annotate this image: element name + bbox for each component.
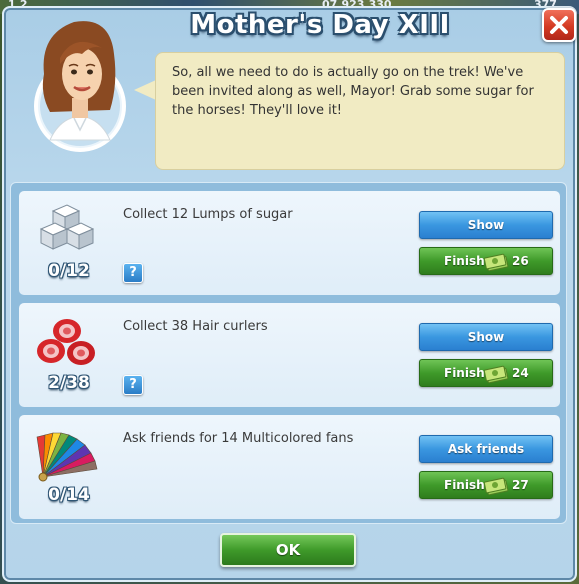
task-progress: 0/14 — [48, 485, 90, 505]
close-icon — [550, 16, 568, 34]
cash-icon — [484, 477, 509, 495]
cash-icon — [484, 365, 509, 383]
finish-button[interactable]: Finish 26 — [419, 247, 553, 275]
speech-bubble-tail — [134, 80, 156, 100]
task-list: 0/12 Collect 12 Lumps of sugar ? Show Fi… — [10, 182, 567, 524]
multicolored-fan-icon — [33, 427, 103, 483]
speech-bubble: So, all we need to do is actually go on … — [155, 52, 565, 170]
speech-text: So, all we need to do is actually go on … — [172, 65, 534, 118]
help-button[interactable]: ? — [123, 375, 143, 395]
task-description: Collect 38 Hair curlers — [123, 319, 268, 334]
task-row: 0/12 Collect 12 Lumps of sugar ? Show Fi… — [19, 191, 560, 295]
finish-label: Finish — [444, 478, 485, 492]
task-row: 2/38 Collect 38 Hair curlers ? Show Fini… — [19, 303, 560, 407]
finish-cost: 26 — [512, 254, 529, 268]
finish-label: Finish — [444, 254, 485, 268]
help-button[interactable]: ? — [123, 263, 143, 283]
task-progress: 0/12 — [48, 261, 90, 281]
hair-curlers-icon — [33, 315, 103, 371]
task-progress: 2/38 — [48, 373, 90, 393]
finish-cost: 27 — [512, 478, 529, 492]
finish-button[interactable]: Finish 27 — [419, 471, 553, 499]
cash-icon — [484, 253, 509, 271]
character-portrait — [30, 14, 130, 154]
finish-label: Finish — [444, 366, 485, 380]
sugar-cubes-icon — [33, 203, 103, 259]
finish-button[interactable]: Finish 24 — [419, 359, 553, 387]
show-button[interactable]: Show — [419, 211, 553, 239]
task-description: Collect 12 Lumps of sugar — [123, 207, 293, 222]
ok-button[interactable]: OK — [220, 533, 356, 567]
show-button[interactable]: Show — [419, 323, 553, 351]
dialog-title: Mother's Day XIII — [190, 10, 450, 40]
ask-friends-button[interactable]: Ask friends — [419, 435, 553, 463]
close-button[interactable] — [542, 8, 576, 42]
task-description: Ask friends for 14 Multicolored fans — [123, 431, 354, 446]
task-row: 0/14 Ask friends for 14 Multicolored fan… — [19, 415, 560, 519]
finish-cost: 24 — [512, 366, 529, 380]
